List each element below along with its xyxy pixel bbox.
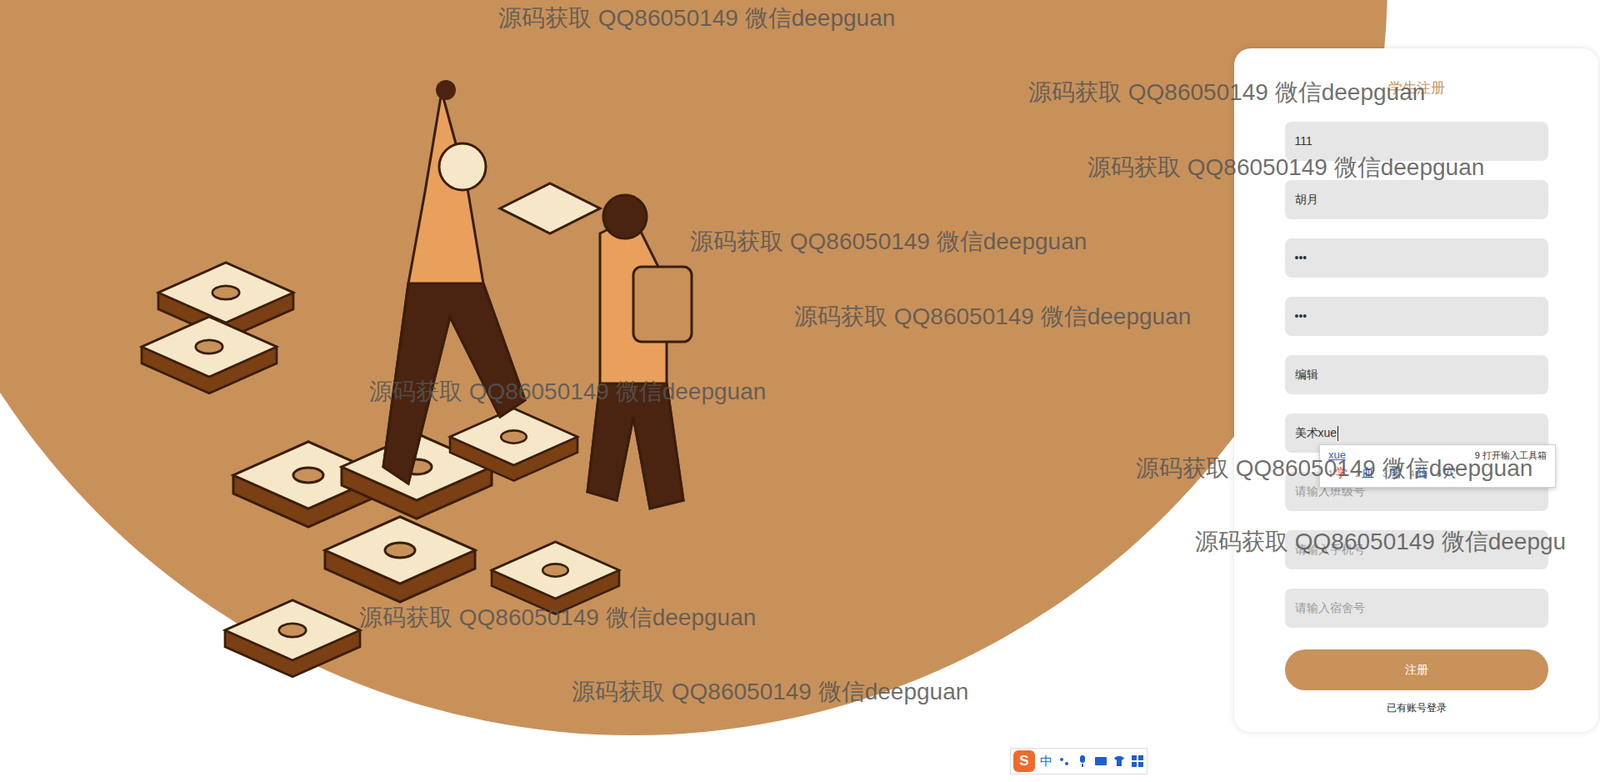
ime-candidate[interactable]: 2血 [1355,462,1375,485]
form-input[interactable]: 请输入手机号 [1285,530,1549,570]
watermark: 源码获取 QQ86050149 微信deepguan [369,376,766,407]
puzzle-piece-icon [141,316,277,394]
form-title: 学生注册 [1388,78,1445,99]
ime-candidate[interactable]: 3雪 [1382,462,1402,485]
ime-candidate[interactable]: 4薛 [1410,462,1430,485]
watermark: 源码获取 QQ86050149 微信deepguan [1028,77,1425,108]
form-input[interactable]: 胡月 [1285,180,1549,220]
puzzle-piece-icon [450,408,578,481]
person-left-icon [383,80,525,484]
ime-toolbox[interactable]: 9 打开输入工具箱 [1475,447,1547,463]
punctuation-icon[interactable] [1057,754,1071,768]
person-right-icon [500,183,692,509]
form-input[interactable]: 编辑 [1285,355,1549,395]
watermark: 源码获取 QQ86050149 微信deepguan [1135,453,1533,484]
text-caret [1337,425,1339,441]
ime-mode[interactable]: 中 [1040,751,1053,771]
ime-candidate[interactable]: 5穴 [1436,462,1456,485]
watermark: 源码获取 QQ86050149 微信deepgu [1195,526,1566,557]
ime-candidates: 1学 2血 3雪 4薛 5穴 [1328,462,1547,485]
register-card: 学生注册111胡月••••••编辑美术xue请输入班级号请输入手机号请输入宿舍号… [1234,48,1599,732]
register-button[interactable]: 注册 [1285,649,1549,690]
skin-icon[interactable] [1112,754,1126,768]
ime-toolbar: S中 [1010,747,1148,775]
keyboard-icon[interactable] [1094,754,1108,768]
form-input[interactable]: ••• [1285,238,1549,278]
watermark: 源码获取 QQ86050149 微信deepguan [1087,152,1485,183]
sogou-logo[interactable]: S [1013,750,1035,772]
ime-candidate[interactable]: 1学 [1328,462,1348,485]
form-input[interactable]: 111 [1285,121,1549,161]
watermark: 源码获取 QQ86050149 微信deepguan [498,3,895,34]
ime-candidate-popup: xue 9 打开输入工具箱 1学 2血 3雪 4薛 5穴 [1319,444,1556,488]
register-page: 学生注册111胡月••••••编辑美术xue请输入班级号请输入手机号请输入宿舍号… [0,0,1600,782]
puzzle-piece-icon [491,541,620,615]
watermark: 源码获取 QQ86050149 微信deepguan [359,602,756,633]
form-input[interactable]: ••• [1285,296,1549,336]
puzzle-piece-icon [325,516,475,602]
ime-composition: xue [1328,447,1346,463]
toolbox-icon[interactable] [1130,754,1145,768]
watermark: 源码获取 QQ86050149 微信deepguan [571,676,969,707]
teamwork-illustration-icon [133,66,800,717]
form-input[interactable]: 请输入宿舍号 [1285,588,1549,628]
form-fields: 111胡月••••••编辑美术xue请输入班级号请输入手机号请输入宿舍号 [1285,121,1549,628]
puzzle-piece-icon [225,600,360,677]
login-link[interactable]: 已有账号登录 [1386,700,1447,715]
watermark: 源码获取 QQ86050149 微信deepguan [690,226,1087,257]
watermark: 源码获取 QQ86050149 微信deepguan [794,301,1191,332]
microphone-icon[interactable] [1075,754,1090,768]
